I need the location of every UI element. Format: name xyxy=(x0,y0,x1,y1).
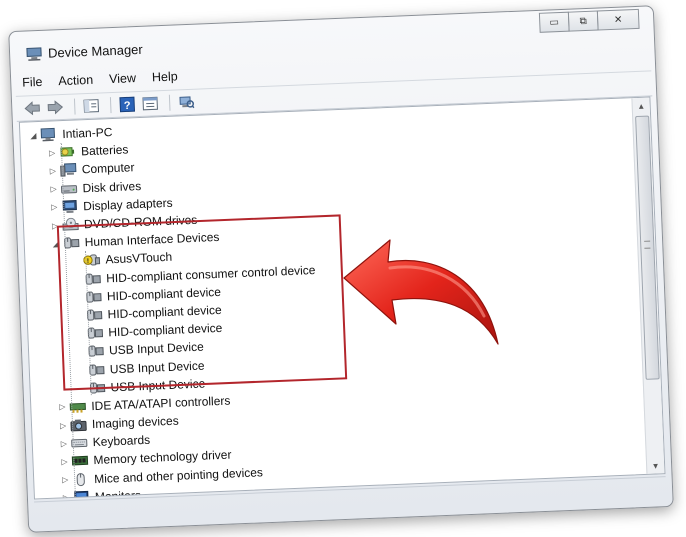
scroll-down-arrow-icon[interactable]: ▼ xyxy=(647,457,665,474)
forward-icon xyxy=(47,100,64,115)
scan-hardware-icon xyxy=(179,96,195,109)
menu-view[interactable]: View xyxy=(102,71,143,87)
tree-category-label: Display adapters xyxy=(82,195,173,214)
forward-button[interactable] xyxy=(45,98,66,117)
tree-category-label: Computer xyxy=(81,160,135,177)
show-hide-icon xyxy=(142,96,158,111)
restore-button[interactable]: ⧉ xyxy=(567,10,599,32)
tree-category-label: Batteries xyxy=(80,142,129,159)
expand-arrow-icon[interactable]: ▷ xyxy=(60,475,70,484)
expand-arrow-icon[interactable]: ▷ xyxy=(58,421,68,430)
toolbar-separator xyxy=(168,94,171,111)
expand-arrow-icon[interactable]: ▷ xyxy=(59,439,69,448)
device-manager-icon xyxy=(26,47,42,61)
scroll-up-arrow-icon[interactable]: ▲ xyxy=(632,97,650,114)
menu-file[interactable]: File xyxy=(15,75,50,90)
show-hide-button[interactable] xyxy=(140,94,161,113)
back-button[interactable] xyxy=(22,99,43,118)
close-button[interactable]: ✕ xyxy=(596,8,640,31)
expand-arrow-icon[interactable]: ▷ xyxy=(47,148,57,157)
collapse-arrow-icon[interactable]: ◢ xyxy=(28,131,38,140)
expand-arrow-icon[interactable]: ▷ xyxy=(59,457,69,466)
tree-category-label: Disk drives xyxy=(82,178,142,195)
expand-arrow-icon[interactable]: ▷ xyxy=(61,493,71,499)
menu-help[interactable]: Help xyxy=(145,69,185,85)
tree-category-label: Imaging devices xyxy=(91,413,179,432)
svg-text:?: ? xyxy=(124,100,131,112)
minimize-button[interactable]: ▭ xyxy=(538,11,570,33)
help-icon: ? xyxy=(119,96,136,113)
expand-arrow-icon[interactable]: ▷ xyxy=(57,403,67,412)
menu-action[interactable]: Action xyxy=(51,73,100,89)
computer-icon xyxy=(40,127,56,142)
scan-hardware-button[interactable] xyxy=(176,93,197,112)
highlight-box xyxy=(56,214,348,391)
expand-arrow-icon[interactable]: ▷ xyxy=(49,203,59,212)
tree-root-label: Intian-PC xyxy=(62,125,113,142)
window-title: Device Manager xyxy=(47,41,143,61)
expand-arrow-icon[interactable]: ▷ xyxy=(48,184,58,194)
toolbar-separator xyxy=(73,98,76,115)
properties-icon xyxy=(83,99,100,113)
properties-button[interactable] xyxy=(81,96,102,115)
tree-category-label: Keyboards xyxy=(92,433,151,450)
toolbar-separator xyxy=(109,97,112,114)
back-icon xyxy=(24,101,40,116)
expand-arrow-icon[interactable]: ▷ xyxy=(48,166,58,175)
help-button[interactable]: ? xyxy=(117,95,138,114)
curved-arrow-annotation xyxy=(343,239,499,345)
